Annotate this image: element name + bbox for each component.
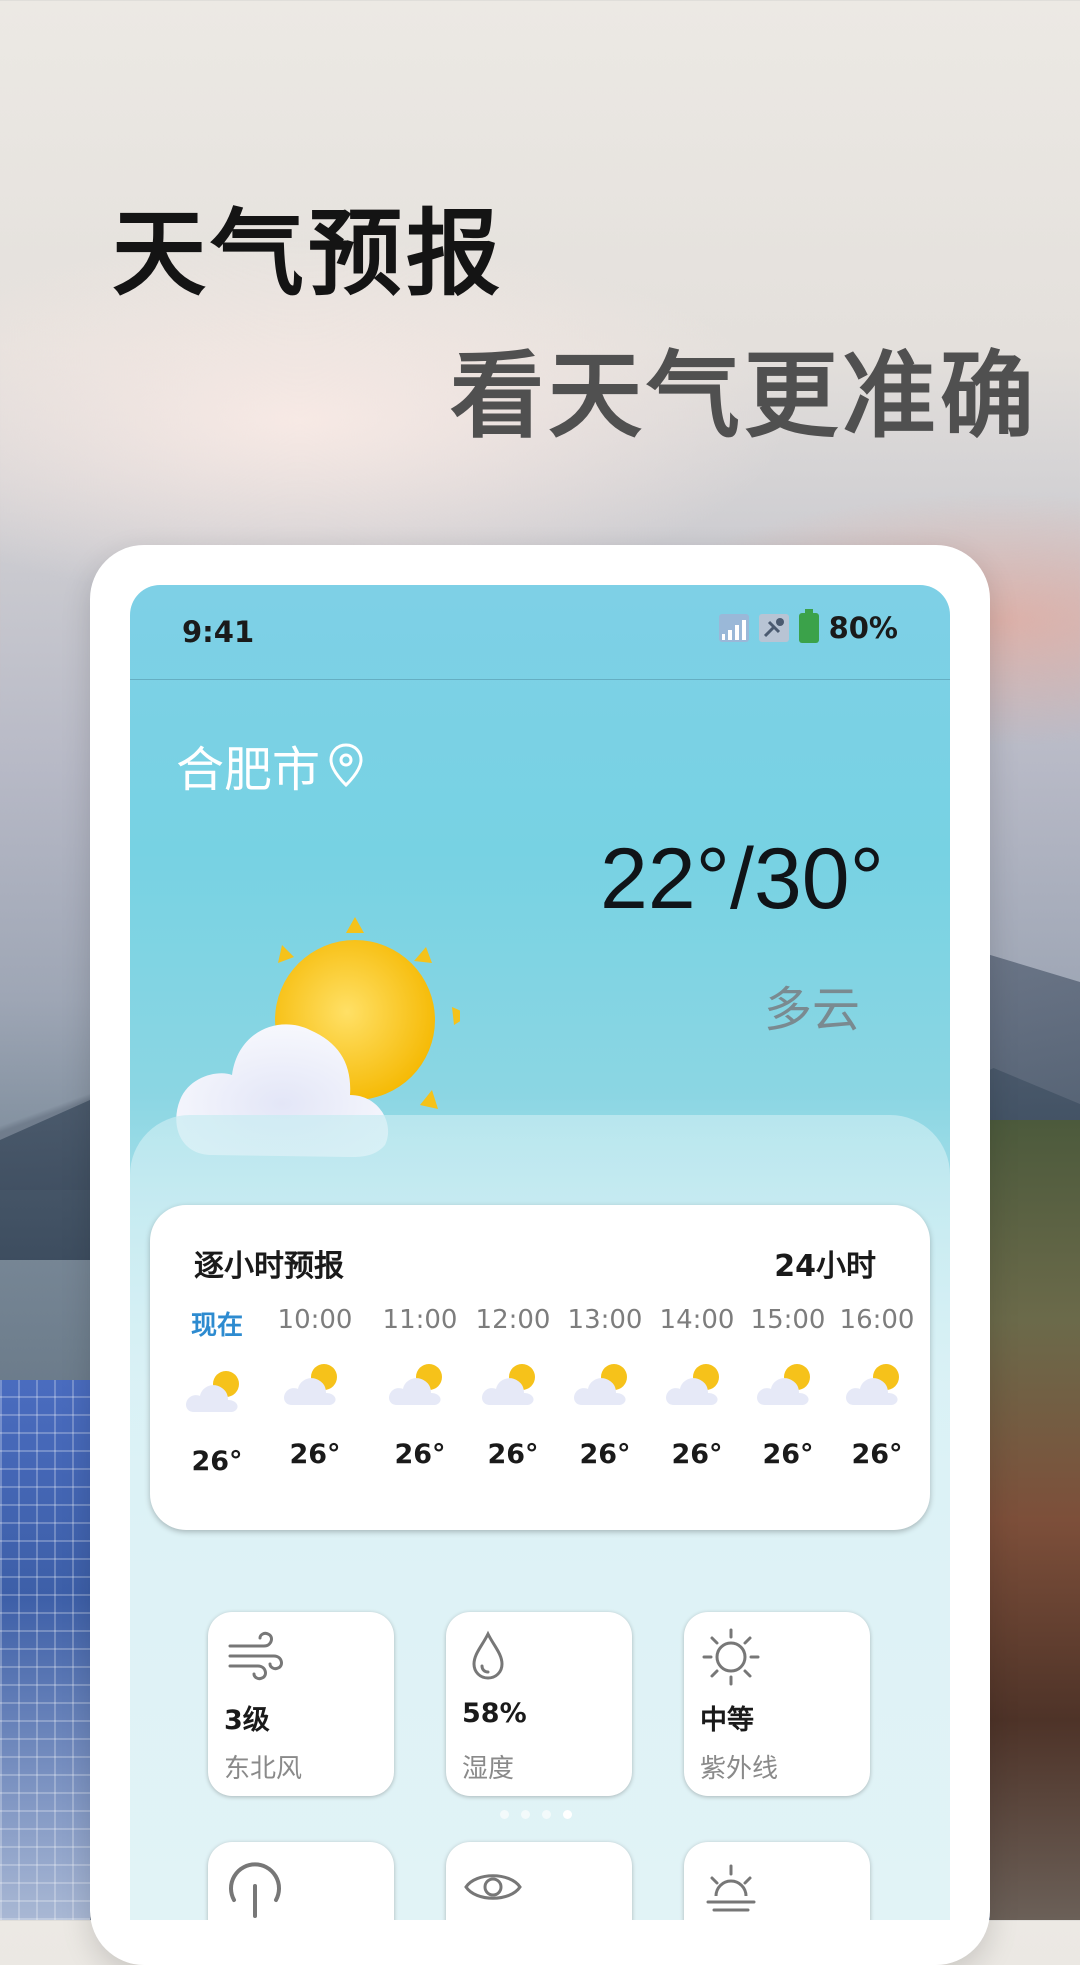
city-name: 合肥市 — [176, 742, 321, 798]
hour-item: 现在 26° — [172, 1305, 262, 1477]
humidity-tile[interactable]: 58% 湿度 — [446, 1612, 632, 1796]
hour-time: 16:00 — [839, 1305, 915, 1335]
hour-temp: 26° — [289, 1439, 341, 1470]
promo-subheadline: 看天气更准确 — [449, 342, 1038, 451]
weather-condition: 多云 — [763, 982, 860, 1038]
hour-time: 15:00 — [750, 1305, 826, 1335]
partly-cloudy-icon — [480, 1357, 546, 1409]
partly-cloudy-icon — [387, 1357, 453, 1409]
status-time: 9:41 — [182, 615, 255, 649]
wind-icon — [228, 1631, 283, 1681]
hour-item: 10:00 26° — [270, 1305, 360, 1470]
hour-item: 16:00 26° — [832, 1305, 922, 1470]
partly-cloudy-icon — [282, 1357, 348, 1409]
hourly-title: 逐小时预报 — [194, 1249, 344, 1284]
partly-cloudy-icon — [755, 1357, 821, 1409]
battery-percent: 80% — [828, 611, 898, 645]
hour-item: 13:00 26° — [560, 1305, 650, 1470]
background-building-left — [0, 1380, 90, 1920]
hourly-forecast-card[interactable]: 逐小时预报 24小时 现在 26° 10:00 26° 11:00 26° 12… — [150, 1205, 930, 1530]
pager-dots — [500, 1810, 572, 1819]
partly-cloudy-icon — [664, 1357, 730, 1409]
app-screen: 9:41 80% 合肥市 22°/30° 多云 逐小时预报 24小时 现在 26… — [130, 585, 950, 1920]
hour-time: 13:00 — [567, 1305, 643, 1335]
status-bar: 9:41 80% — [130, 585, 950, 680]
hour-temp: 26° — [394, 1439, 446, 1470]
hour-time: 10:00 — [277, 1305, 353, 1335]
partly-cloudy-icon — [844, 1357, 910, 1409]
humidity-value: 58% — [462, 1698, 527, 1729]
partly-cloudy-icon — [184, 1364, 250, 1416]
wind-label: 东北风 — [224, 1754, 303, 1784]
sun-uv-icon — [702, 1628, 760, 1686]
wind-value: 3级 — [224, 1705, 270, 1736]
satellite-icon — [758, 614, 789, 642]
signal-icon — [718, 614, 749, 642]
pager-dot[interactable] — [542, 1810, 551, 1819]
visibility-tile[interactable] — [446, 1842, 632, 1920]
pager-dot-active[interactable] — [563, 1810, 572, 1819]
hour-temp: 26° — [487, 1439, 539, 1470]
sunrise-tile[interactable] — [684, 1842, 870, 1920]
hourly-range-button[interactable]: 24小时 — [774, 1241, 876, 1285]
pager-dot[interactable] — [500, 1810, 509, 1819]
location[interactable]: 合肥市 — [176, 730, 366, 800]
wind-tile[interactable]: 3级 东北风 — [208, 1612, 394, 1796]
hour-temp: 26° — [851, 1439, 903, 1470]
hour-item: 12:00 26° — [468, 1305, 558, 1470]
sunrise-icon — [706, 1864, 756, 1912]
hour-temp: 26° — [762, 1439, 814, 1470]
hour-time: 12:00 — [475, 1305, 551, 1335]
humidity-drop-icon — [472, 1630, 504, 1680]
hour-temp: 26° — [671, 1439, 723, 1470]
status-icons: 80% — [718, 609, 898, 645]
uv-label: 紫外线 — [700, 1754, 779, 1784]
hour-item: 15:00 26° — [743, 1305, 833, 1470]
temperature-range: 22°/30° — [600, 831, 884, 927]
uv-tile[interactable]: 中等 紫外线 — [684, 1612, 870, 1796]
visibility-eye-icon — [464, 1874, 522, 1900]
location-pin-icon — [329, 743, 363, 788]
uv-value: 中等 — [700, 1705, 754, 1736]
pressure-gauge-icon — [229, 1862, 281, 1918]
battery-icon — [798, 609, 819, 643]
pressure-tile[interactable] — [208, 1842, 394, 1920]
hour-time: 14:00 — [659, 1305, 735, 1335]
hour-item: 11:00 26° — [375, 1305, 465, 1470]
background-scenery-right — [990, 1120, 1080, 1920]
hour-temp: 26° — [579, 1439, 631, 1470]
hour-time: 现在 — [190, 1311, 243, 1341]
hour-item: 14:00 26° — [652, 1305, 742, 1470]
pager-dot[interactable] — [521, 1810, 530, 1819]
partly-cloudy-icon — [572, 1357, 638, 1409]
humidity-label: 湿度 — [462, 1754, 515, 1784]
hour-time: 11:00 — [382, 1305, 458, 1335]
promo-headline: 天气预报 — [112, 200, 505, 309]
hour-temp: 26° — [191, 1446, 243, 1477]
